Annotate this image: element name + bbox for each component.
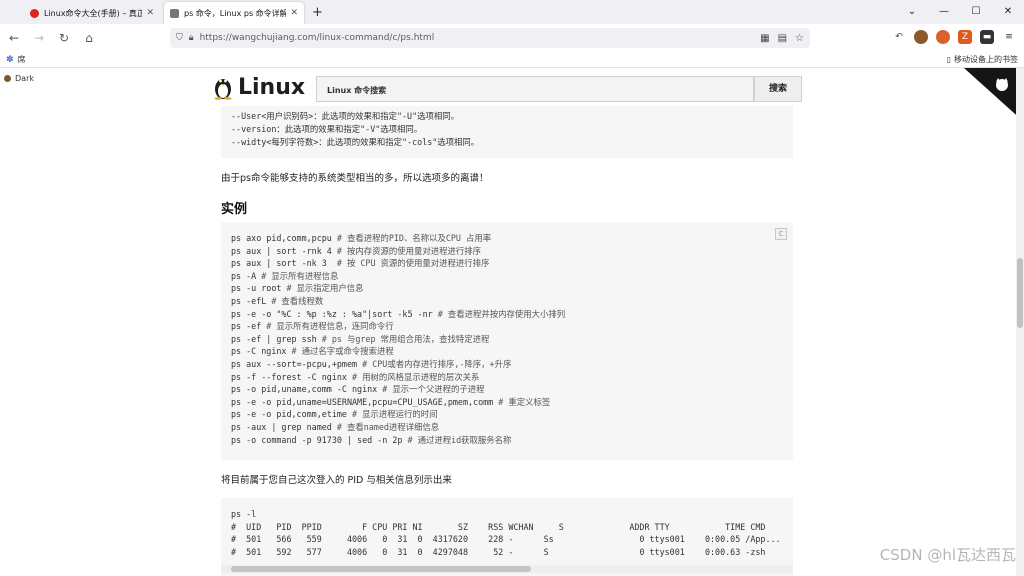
code-line: --version：此选项的效果和指定"-V"选项相同。 <box>231 123 423 134</box>
minimize-icon[interactable]: — <box>928 0 960 24</box>
scrollbar-thumb[interactable] <box>1017 258 1023 328</box>
examples-code-block: C ps axo pid,comm,pcpu # 查看进程的PID、名称以及CP… <box>221 222 793 460</box>
folder-icon: ▯ <box>946 55 951 64</box>
site-logo[interactable]: Linux <box>212 74 305 100</box>
url-text[interactable]: https://wangchujiang.com/linux-command/c… <box>200 33 753 43</box>
moon-icon <box>4 75 11 82</box>
vertical-scrollbar[interactable] <box>1016 68 1024 576</box>
lock-icon[interactable]: 🔒︎ <box>189 33 194 43</box>
tab-title: ps 命令，Linux ps 命令详解： <box>184 8 287 18</box>
options-code-block: --User<用户识别码>：此选项的效果和指定"-U"选项相同。 --versi… <box>221 106 793 158</box>
code-line: --widty<每列字符数>：此选项的效果和指定"-cols"选项相同。 <box>231 136 480 147</box>
code-line: ps -u root # 显示指定用户信息 <box>231 283 364 294</box>
code-line: ps -e -o pid,comm,etime # 显示进程运行的时间 <box>231 409 438 420</box>
code-line: ps -f --forest -C nginx # 用树的风格显示进程的层次关系 <box>231 371 480 382</box>
bookmark-label: 席 <box>17 55 26 64</box>
code-line: # UID PID PPID F CPU PRI NI SZ RSS WCHAN… <box>231 521 766 532</box>
search-input[interactable]: Linux 命令搜索 <box>316 76 754 102</box>
home-icon[interactable]: ⌂ <box>78 31 100 45</box>
code-line: ps axo pid,comm,pcpu # 查看进程的PID、名称以及CPU … <box>231 233 492 243</box>
logo-text: Linux <box>238 74 306 100</box>
window-controls: ⌄ — ☐ ✕ <box>896 0 1024 24</box>
code-line: ps -C nginx # 通过名字或命令搜索进程 <box>231 346 394 357</box>
code-line: ps -A # 显示所有进程信息 <box>231 270 339 281</box>
close-window-icon[interactable]: ✕ <box>992 0 1024 24</box>
reader-view-icon[interactable]: ▤ <box>778 33 787 44</box>
page-viewport: Dark --User<用户识别码>：此选项的效果和指定"-U"选项相同。 --… <box>0 68 1024 576</box>
horizontal-scrollbar[interactable] <box>221 565 793 573</box>
linux-favicon-icon <box>30 8 39 18</box>
code-line: ps -e -o "%C : %p :%z : %a"|sort -k5 -nr… <box>231 308 566 319</box>
search-button[interactable]: 搜索 <box>754 76 802 102</box>
code-line: ps -ef # 显示所有进程信息，连同命令行 <box>231 321 394 332</box>
dark-mode-toggle[interactable]: Dark <box>4 74 34 83</box>
back-icon[interactable]: ← <box>3 31 25 45</box>
code-line: ps -l <box>231 509 257 519</box>
tab-title: Linux命令大全(手册) – 真正好用 <box>44 8 143 18</box>
reload-icon[interactable]: ↻ <box>53 31 75 45</box>
github-corner-icon[interactable] <box>964 68 1024 122</box>
close-icon[interactable]: ✕ <box>290 8 298 18</box>
extension-icon[interactable] <box>914 30 928 44</box>
maximize-icon[interactable]: ☐ <box>960 0 992 24</box>
note-paragraph: 由于ps命令能够支持的系统类型相当的多，所以选项多的离谱！ <box>221 173 489 184</box>
code-line: --User<用户识别码>：此选项的效果和指定"-U"选项相同。 <box>231 111 460 121</box>
code-line: ps -o pid,uname,comm -C nginx # 显示一个父进程的… <box>231 384 485 395</box>
mobile-bookmarks[interactable]: ▯ 移动设备上的书签 <box>947 54 1018 65</box>
code-line: ps aux | sort -nk 3 # 按 CPU 资源的使用量对进程进行排… <box>231 258 490 269</box>
site-header: Linux Linux 命令搜索 搜索 <box>212 74 812 104</box>
tab-bar: Linux命令大全(手册) – 真正好用 ✕ ps 命令，Linux ps 命令… <box>0 0 1024 24</box>
extension-icon[interactable] <box>936 30 950 44</box>
code-line: ps -o command -p 91730 | sed -n 2p # 通过进… <box>231 434 512 445</box>
pid-note-paragraph: 将目前属于您自己这次登入的 PID 与相关信息列示出来 <box>221 475 452 486</box>
bookmark-star-icon[interactable]: ☆ <box>795 33 804 44</box>
extension-icon[interactable]: ▬ <box>980 30 994 44</box>
close-icon[interactable]: ✕ <box>146 8 154 18</box>
watermark: CSDN @hl瓦达西瓦 <box>879 546 1016 564</box>
extension-icon[interactable]: Z <box>958 30 972 44</box>
code-line: # 501 592 577 4006 0 31 0 4297048 52 - S… <box>231 546 766 557</box>
new-tab-icon[interactable]: + <box>312 2 323 24</box>
chevron-down-icon[interactable]: ⌄ <box>896 0 928 24</box>
undo-icon[interactable]: ↶ <box>892 30 906 44</box>
forward-icon[interactable]: → <box>28 31 50 45</box>
dark-label: Dark <box>15 74 34 83</box>
copy-button[interactable]: C <box>775 228 787 240</box>
menu-icon[interactable]: ≡ <box>1002 30 1016 44</box>
qr-code-icon[interactable]: ▦ <box>760 33 769 44</box>
navigation-bar: ← → ↻ ⌂ ⛉ 🔒︎ https://wangchujiang.com/li… <box>0 24 1024 52</box>
bookmarks-bar: ✽ 席 ▯ 移动设备上的书签 <box>0 52 1024 68</box>
scrollbar-thumb[interactable] <box>231 566 531 572</box>
tux-penguin-icon <box>214 79 232 100</box>
code-line: ps aux --sort=-pcpu,+pmem # CPU或者内存进行排序,… <box>231 358 512 369</box>
code-line: ps aux | sort -rnk 4 # 按内存资源的使用量对进程进行排序 <box>231 245 481 256</box>
paw-icon: ✽ <box>6 54 14 65</box>
bookmark-item[interactable]: ✽ 席 <box>6 54 26 65</box>
code-line: # 501 566 559 4006 0 31 0 4317620 228 - … <box>231 534 781 545</box>
page-favicon-icon <box>170 8 179 18</box>
shield-icon[interactable]: ⛉ <box>176 33 183 43</box>
address-bar[interactable]: ⛉ 🔒︎ https://wangchujiang.com/linux-comm… <box>170 28 810 48</box>
code-line: ps -efL # 查看线程数 <box>231 295 324 306</box>
tab-ps-command[interactable]: ps 命令，Linux ps 命令详解： ✕ <box>164 2 304 24</box>
mobile-bookmarks-label: 移动设备上的书签 <box>954 55 1018 64</box>
code-line: ps -e -o pid,uname=USERNAME,pcpu=CPU_USA… <box>231 396 551 407</box>
code-line: ps -aux | grep named # 查看named进程详细信息 <box>231 421 440 432</box>
section-heading: 实例 <box>221 202 248 217</box>
tab-linux-manual[interactable]: Linux命令大全(手册) – 真正好用 ✕ <box>24 2 160 24</box>
code-line: ps -ef | grep ssh # ps 与grep 常用组合用法，查找特定… <box>231 333 490 344</box>
extensions-toolbar: ↶ Z ▬ ≡ <box>892 30 1016 44</box>
